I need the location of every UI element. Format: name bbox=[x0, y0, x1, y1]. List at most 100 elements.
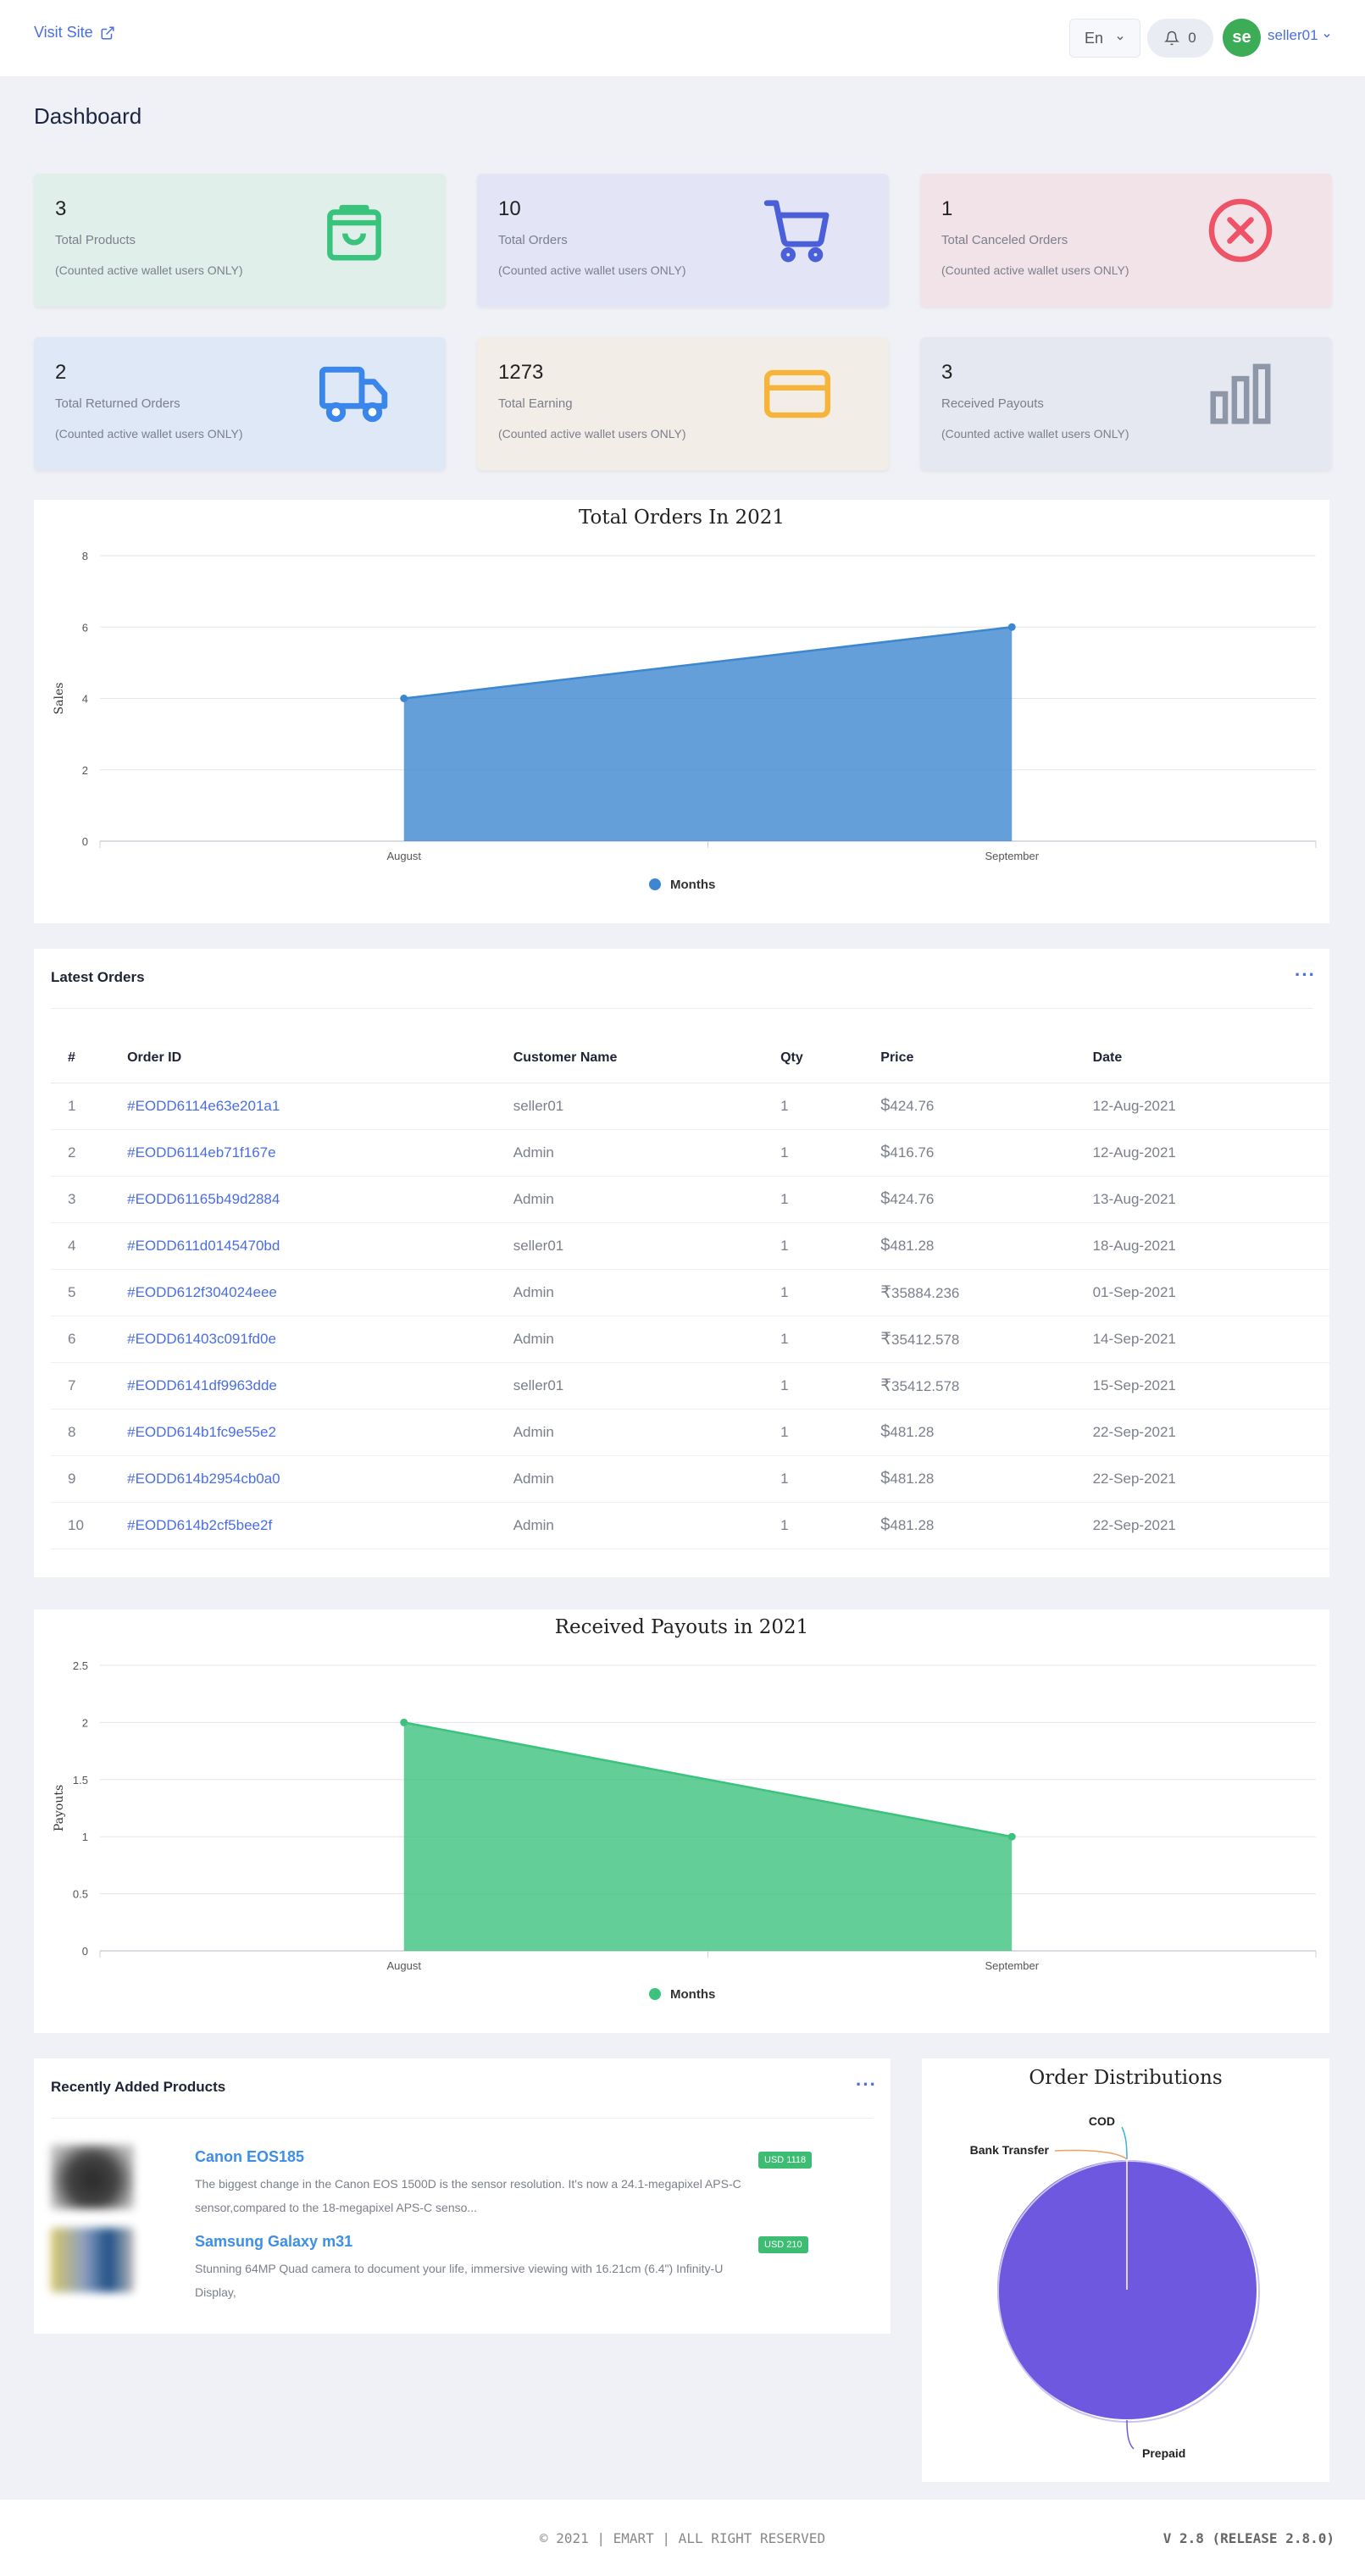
stat-value: 1 bbox=[941, 197, 953, 220]
price: $416.76 bbox=[880, 1129, 1093, 1177]
order-id-link[interactable]: #EODD611d0145470bd bbox=[127, 1222, 513, 1270]
order-id-link[interactable]: #EODD6114eb71f167e bbox=[127, 1129, 513, 1177]
notification-count: 0 bbox=[1188, 30, 1196, 46]
price: $481.28 bbox=[880, 1455, 1093, 1503]
x-tick-label: August bbox=[387, 1959, 422, 1972]
product-name-canon[interactable]: Canon EOS185 bbox=[195, 2148, 304, 2166]
order-id-link[interactable]: #EODD614b2cf5bee2f bbox=[127, 1502, 513, 1549]
table-row[interactable]: 4 #EODD611d0145470bd seller01 1 $481.28 18-Au… bbox=[51, 1222, 1330, 1270]
stat-note: (Counted active wallet users ONLY) bbox=[498, 263, 686, 277]
customer-name: Admin bbox=[513, 1269, 781, 1316]
chevron-down-icon bbox=[1117, 36, 1124, 41]
product-image-samsung[interactable] bbox=[51, 2228, 134, 2292]
stat-card-total-canceled-orders: 1 Total Canceled Orders (Counted active wa… bbox=[920, 174, 1332, 307]
chart-legend[interactable]: Months bbox=[649, 878, 715, 892]
y-tick-label: 0 bbox=[82, 835, 88, 848]
data-point[interactable] bbox=[1007, 1832, 1016, 1841]
legend-marker bbox=[649, 878, 661, 890]
price-amount: 481.28 bbox=[890, 1517, 935, 1533]
notifications-button[interactable]: 0 bbox=[1147, 19, 1213, 58]
currency-symbol: $ bbox=[880, 1422, 891, 1441]
latest-orders-menu-button[interactable]: ··· bbox=[1295, 964, 1316, 986]
y-axis-label: Sales bbox=[53, 683, 66, 715]
order-date: 12-Aug-2021 bbox=[1092, 1129, 1330, 1177]
user-menu[interactable]: seller01 bbox=[1268, 27, 1332, 44]
legend-label: Months bbox=[670, 1987, 715, 2002]
product-image-canon[interactable] bbox=[51, 2145, 134, 2209]
chart-legend[interactable]: Months bbox=[649, 1987, 715, 2002]
stat-card-total-orders: 10 Total Orders (Counted active wallet use… bbox=[477, 174, 889, 307]
table-row[interactable]: 2 #EODD6114eb71f167e Admin 1 $416.76 12-Aug-2… bbox=[51, 1129, 1330, 1177]
order-date: 22-Sep-2021 bbox=[1092, 1409, 1330, 1456]
quantity: 1 bbox=[780, 1269, 881, 1316]
row-number: 3 bbox=[51, 1176, 128, 1223]
quantity: 1 bbox=[780, 1083, 881, 1130]
bar-chart-icon bbox=[1204, 357, 1277, 430]
latest-orders-table: # Order ID Customer Name Qty Price Date 1 #EOD… bbox=[51, 1033, 1330, 1549]
row-number: 9 bbox=[51, 1455, 128, 1503]
column-header: Qty bbox=[780, 1033, 881, 1083]
order-id-link[interactable]: #EODD61165b49d2884 bbox=[127, 1176, 513, 1223]
currency-symbol: $ bbox=[880, 1143, 891, 1161]
table-row[interactable]: 5 #EODD612f304024eee Admin 1 ₹35884.236 01-Se… bbox=[51, 1269, 1330, 1316]
divider bbox=[51, 2118, 873, 2119]
y-tick-label: 4 bbox=[82, 693, 88, 706]
order-date: 18-Aug-2021 bbox=[1092, 1222, 1330, 1270]
table-row[interactable]: 6 #EODD61403c091fd0e Admin 1 ₹35412.578 14-Se… bbox=[51, 1316, 1330, 1363]
product-price-badge: USD 1118 bbox=[758, 2152, 813, 2169]
price: ₹35412.578 bbox=[880, 1362, 1093, 1410]
legend-label: Months bbox=[670, 878, 715, 892]
customer-name: seller01 bbox=[513, 1222, 781, 1270]
price: $424.76 bbox=[880, 1176, 1093, 1223]
table-row[interactable]: 8 #EODD614b1fc9e55e2 Admin 1 $481.28 22-Sep-2… bbox=[51, 1409, 1330, 1456]
data-point[interactable] bbox=[1007, 623, 1016, 631]
order-id-link[interactable]: #EODD614b1fc9e55e2 bbox=[127, 1409, 513, 1456]
stat-note: (Counted active wallet users ONLY) bbox=[55, 427, 243, 440]
product-name-samsung[interactable]: Samsung Galaxy m31 bbox=[195, 2233, 352, 2251]
table-row[interactable]: 10 #EODD614b2cf5bee2f Admin 1 $481.28 22-Sep-… bbox=[51, 1502, 1330, 1549]
table-row[interactable]: 3 #EODD61165b49d2884 Admin 1 $424.76 13-Aug-2… bbox=[51, 1176, 1330, 1223]
order-id-link[interactable]: #EODD6141df9963dde bbox=[127, 1362, 513, 1410]
table-row[interactable]: 1 #EODD6114e63e201a1 seller01 1 $424.76 12-Au… bbox=[51, 1083, 1330, 1130]
row-number: 5 bbox=[51, 1269, 128, 1316]
column-header: # bbox=[51, 1033, 128, 1083]
shopping-cart-icon bbox=[761, 194, 834, 267]
table-row[interactable]: 9 #EODD614b2954cb0a0 Admin 1 $481.28 22-Sep-2… bbox=[51, 1455, 1330, 1503]
pie-label: COD bbox=[1089, 2114, 1115, 2128]
price: $481.28 bbox=[880, 1409, 1093, 1456]
table-row[interactable]: 7 #EODD6141df9963dde seller01 1 ₹35412.578 15… bbox=[51, 1362, 1330, 1410]
leader-line bbox=[1126, 2419, 1135, 2450]
version-text: V 2.8 (RELEASE 2.8.0) bbox=[1162, 2530, 1334, 2546]
recent-products-panel: Recently Added Products ··· Canon EOS185… bbox=[34, 2058, 891, 2334]
bell-icon bbox=[1164, 30, 1180, 46]
stat-value: 2 bbox=[55, 361, 67, 384]
stat-note: (Counted active wallet users ONLY) bbox=[941, 427, 1129, 440]
order-date: 22-Sep-2021 bbox=[1092, 1455, 1330, 1503]
language-select[interactable]: En bbox=[1069, 19, 1140, 58]
currency-symbol: $ bbox=[880, 1515, 891, 1534]
order-distribution-pie-chart: COD Bank Transfer Prepaid bbox=[970, 2114, 1260, 2460]
stat-note: (Counted active wallet users ONLY) bbox=[55, 263, 243, 277]
order-id-link[interactable]: #EODD6114e63e201a1 bbox=[127, 1083, 513, 1130]
cancel-circle-icon bbox=[1204, 194, 1277, 267]
column-header: Order ID bbox=[127, 1033, 513, 1083]
top-bar: Visit Site En 0 se seller01 bbox=[0, 0, 1365, 76]
order-id-link[interactable]: #EODD612f304024eee bbox=[127, 1269, 513, 1316]
visit-site-link[interactable]: Visit Site bbox=[34, 24, 115, 42]
latest-orders-panel: Latest Orders ··· # Order ID Customer Name… bbox=[34, 949, 1330, 1577]
order-id-link[interactable]: #EODD614b2954cb0a0 bbox=[127, 1455, 513, 1503]
stat-label: Total Returned Orders bbox=[55, 396, 180, 411]
data-point[interactable] bbox=[400, 1718, 408, 1726]
price: $481.28 bbox=[880, 1222, 1093, 1270]
avatar[interactable]: se bbox=[1223, 19, 1261, 57]
pie-label: Prepaid bbox=[1142, 2446, 1185, 2460]
stat-card-total-products: 3 Total Products (Counted active wallet us… bbox=[34, 174, 446, 307]
quantity: 1 bbox=[780, 1362, 881, 1410]
order-date: 01-Sep-2021 bbox=[1092, 1269, 1330, 1316]
external-link-icon bbox=[101, 26, 114, 39]
data-point[interactable] bbox=[400, 695, 408, 702]
recent-products-menu-button[interactable]: ··· bbox=[856, 2074, 877, 2096]
order-id-link[interactable]: #EODD61403c091fd0e bbox=[127, 1316, 513, 1363]
pie-label: Bank Transfer bbox=[970, 2143, 1050, 2157]
column-header: Customer Name bbox=[513, 1033, 781, 1083]
